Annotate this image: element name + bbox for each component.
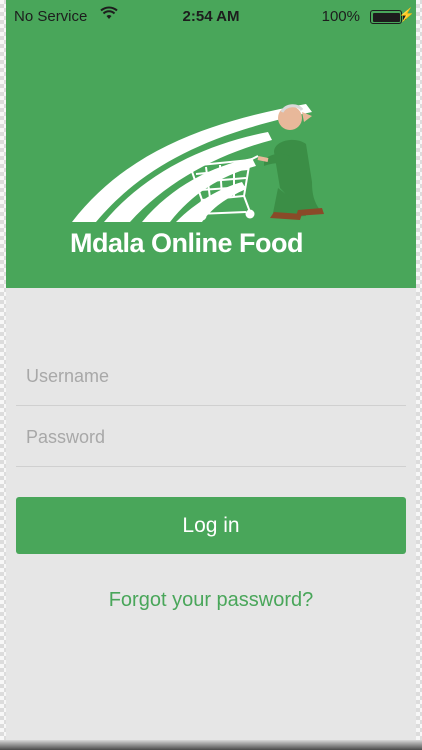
bottom-edge	[0, 740, 422, 750]
username-field-wrapper	[16, 348, 406, 406]
password-field-wrapper	[16, 409, 406, 467]
brand-name: Mdala Online Food	[70, 228, 304, 258]
battery-percentage: 100%	[321, 8, 360, 25]
transparency-edge-left	[0, 0, 6, 750]
username-input[interactable]	[16, 348, 406, 405]
login-form: Log in Forgot your password?	[6, 288, 416, 740]
status-bar: No Service 2:54 AM 100% ⚡	[6, 0, 416, 32]
battery-full-icon	[370, 10, 402, 24]
charging-bolt-icon: ⚡	[398, 7, 415, 22]
password-input[interactable]	[16, 409, 406, 466]
app-screen: No Service 2:54 AM 100% ⚡ Mdala Online F…	[0, 0, 422, 750]
forgot-password-link[interactable]: Forgot your password?	[6, 589, 416, 612]
transparency-edge-right	[416, 0, 422, 750]
login-button[interactable]: Log in	[16, 497, 406, 554]
brand-banner: Mdala Online Food	[6, 32, 416, 288]
